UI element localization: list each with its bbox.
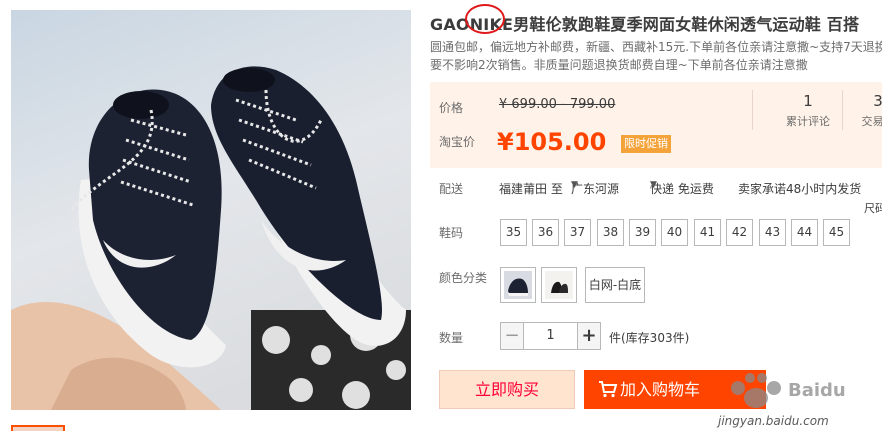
size-option[interactable]: 43: [759, 219, 786, 246]
color-label: 颜色分类: [439, 271, 488, 285]
size-option[interactable]: 35: [500, 219, 527, 246]
subtitle-line-2: 要不影响2次销售。非质量问题退换货邮费自理~下单前各位亲请注意撒: [430, 58, 808, 72]
color-option-text[interactable]: 白网-白底: [585, 267, 645, 303]
sales-count-label: 交易成: [861, 115, 882, 128]
size-option[interactable]: 36: [532, 219, 559, 246]
sneaker-on-white-thumbnail: [545, 271, 573, 299]
promo-tag-badge: 限时促销: [621, 135, 671, 153]
quantity-input[interactable]: 1: [524, 322, 577, 350]
stats-divider: [752, 90, 753, 130]
review-count-stat[interactable]: 1 累计评论: [780, 92, 836, 129]
sneaker-photo-illustration: [11, 66, 411, 410]
color-option-swatch-1[interactable]: [500, 267, 536, 303]
svg-text:Baidu: Baidu: [788, 380, 846, 401]
size-label: 鞋码: [439, 226, 464, 240]
delivery-row: 配送 福建莆田 至 广东河源 ▼ 快递 免运费 ▼ 卖家承诺48小时内发货: [430, 180, 882, 200]
price-label: 价格: [439, 101, 464, 115]
promo-price: ¥105.00: [497, 128, 607, 156]
size-chart-link[interactable]: 尺码: [864, 200, 882, 216]
size-option[interactable]: 45: [823, 219, 850, 246]
watermark-url: jingyan.baidu.com: [718, 414, 829, 428]
price-panel: 价格 ¥ 699.00 - 799.00 淘宝价 ¥105.00 限时促销 1 …: [430, 82, 882, 168]
ship-from: 福建莆田 至: [499, 182, 563, 196]
ship-promise: 卖家承诺48小时内发货: [738, 182, 862, 196]
delivery-label: 配送: [439, 182, 464, 196]
product-title: GAONIKE男鞋伦敦跑鞋夏季网面女鞋休闲透气运动鞋 百搭: [430, 15, 860, 34]
promo-price-label: 淘宝价: [439, 135, 476, 149]
size-option[interactable]: 42: [726, 219, 753, 246]
sales-count: 3: [873, 92, 882, 110]
size-option[interactable]: 39: [629, 219, 656, 246]
subtitle-line-1: 圆通包邮，偏远地方补邮费，新疆、西藏补15元.下单前各位亲请注意撒~支持7天退换: [430, 40, 882, 54]
size-option[interactable]: 38: [597, 219, 624, 246]
quantity-label: 数量: [439, 331, 464, 345]
review-count: 1: [803, 92, 813, 110]
size-option[interactable]: 37: [564, 219, 591, 246]
sales-count-stat[interactable]: 3 交易成: [848, 92, 882, 129]
product-subtitle: 圆通包邮，偏远地方补邮费，新疆、西藏补15元.下单前各位亲请注意撒~支持7天退换…: [430, 38, 882, 74]
size-option[interactable]: 44: [791, 219, 818, 246]
original-price: ¥ 699.00 - 799.00: [499, 97, 616, 112]
add-to-cart-button[interactable]: 加入购物车: [584, 370, 766, 409]
cart-icon: [599, 381, 618, 398]
review-count-label: 累计评论: [786, 115, 830, 128]
color-option-swatch-2[interactable]: [541, 267, 577, 303]
chevron-down-icon: ▼: [650, 180, 657, 190]
stock-info: 件(库存303件): [609, 331, 690, 345]
ship-to-text: 广东河源: [571, 182, 620, 196]
thumbnail-selected[interactable]: [11, 425, 65, 431]
quantity-decrease-button[interactable]: −: [500, 322, 524, 350]
product-main-image[interactable]: [11, 10, 411, 410]
shipping-method-text: 快递 免运费: [650, 182, 714, 196]
dark-sneaker-thumbnail: [504, 271, 532, 299]
buy-now-button[interactable]: 立即购买: [439, 370, 575, 409]
chevron-down-icon: ▼: [571, 180, 578, 190]
add-to-cart-label: 加入购物车: [620, 380, 701, 399]
quantity-increase-button[interactable]: +: [577, 322, 601, 350]
size-option[interactable]: 40: [661, 219, 688, 246]
stats-divider: [842, 90, 843, 130]
size-option[interactable]: 41: [694, 219, 721, 246]
